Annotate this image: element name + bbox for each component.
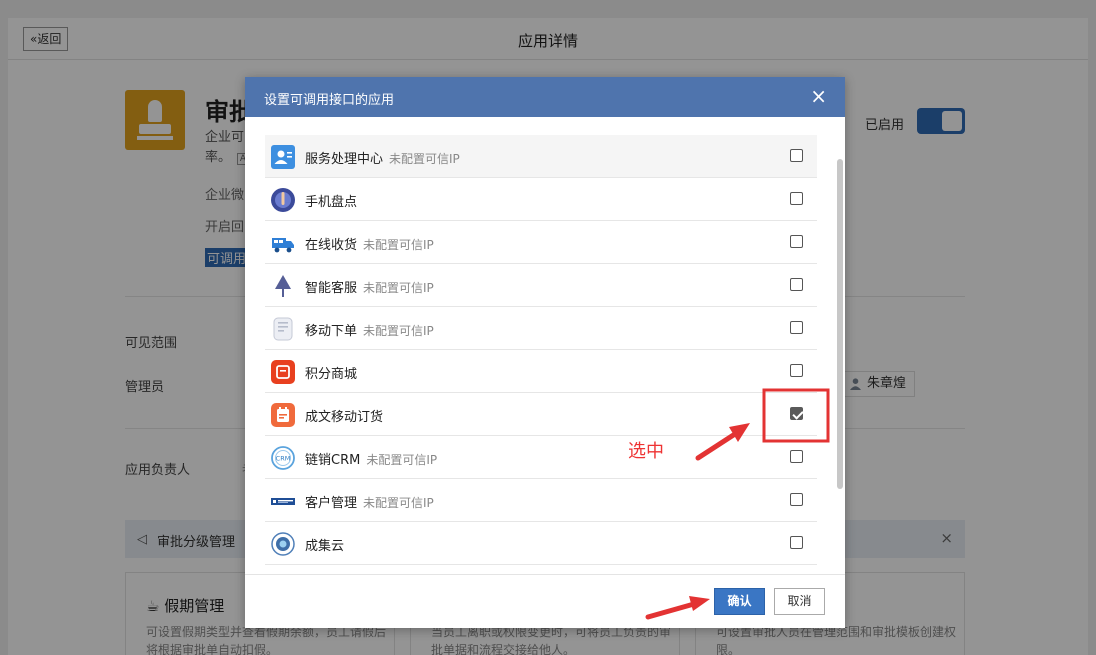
app-ip-status: 未配置可信IP — [389, 152, 460, 166]
app-name: 智能客服 未配置可信IP — [305, 277, 434, 296]
app-name: 移动下单 未配置可信IP — [305, 320, 434, 339]
app-checkbox[interactable] — [790, 536, 803, 549]
dialog-body: 服务处理中心 未配置可信IP 手机盘点 在线收货 未配置可信IP 智能客服 未配置可信… — [245, 117, 845, 574]
confirm-button[interactable]: 确认 — [714, 588, 765, 615]
app-ip-status: 未配置可信IP — [363, 281, 434, 295]
api-apps-dialog: 设置可调用接口的应用 × 服务处理中心 未配置可信IP 手机盘点 在线收货 未配置可… — [245, 77, 845, 628]
app-name-text: 移动下单 — [305, 324, 358, 339]
customer-management-icon — [271, 498, 295, 505]
app-name: 服务处理中心 未配置可信IP — [305, 148, 460, 167]
app-name-text: 智能客服 — [305, 281, 358, 296]
app-checkbox[interactable] — [790, 450, 803, 463]
list-item[interactable]: CRM 链销CRM 未配置可信IP — [265, 436, 817, 479]
app-checkbox[interactable] — [790, 192, 803, 205]
cancel-button[interactable]: 取消 — [774, 588, 825, 615]
phone-inventory-icon — [271, 188, 295, 212]
app-checkbox[interactable] — [790, 321, 803, 334]
crm-icon: CRM — [271, 446, 295, 470]
app-name-text: 成集云 — [305, 539, 345, 554]
chengji-cloud-icon — [271, 532, 295, 556]
app-name: 成文移动订货 — [305, 406, 389, 425]
list-item[interactable]: 服务处理中心 未配置可信IP — [265, 135, 817, 178]
close-icon[interactable]: × — [810, 86, 827, 106]
list-item[interactable]: 智能客服 未配置可信IP — [265, 264, 817, 307]
app-ip-status: 未配置可信IP — [363, 238, 434, 252]
list-scrollbar[interactable] — [837, 159, 843, 489]
smart-service-icon — [275, 275, 291, 297]
app-ip-status: 未配置可信IP — [363, 496, 434, 510]
dialog-footer: 确认 取消 — [245, 574, 845, 628]
app-name-text: 积分商城 — [305, 367, 358, 382]
list-item[interactable]: 移动下单 未配置可信IP — [265, 307, 817, 350]
app-name-text: 服务处理中心 — [305, 152, 384, 167]
list-item[interactable]: 在线收货 未配置可信IP — [265, 221, 817, 264]
app-checkbox[interactable] — [790, 278, 803, 291]
app-name: 成集云 — [305, 535, 350, 554]
app-checkbox[interactable] — [790, 235, 803, 248]
app-checkbox[interactable] — [790, 149, 803, 162]
app-list: 服务处理中心 未配置可信IP 手机盘点 在线收货 未配置可信IP 智能客服 未配置可信… — [265, 135, 817, 565]
points-mall-icon — [271, 360, 295, 384]
app-checkbox[interactable] — [790, 493, 803, 506]
app-ip-status: 未配置可信IP — [363, 324, 434, 338]
app-name-text: 客户管理 — [305, 496, 358, 511]
app-name-text: 手机盘点 — [305, 195, 358, 210]
delivery-truck-icon — [272, 238, 294, 253]
app-name-text: 在线收货 — [305, 238, 358, 253]
service-center-icon — [271, 145, 295, 169]
dialog-header: 设置可调用接口的应用 × — [245, 77, 845, 117]
mobile-order-icon — [273, 317, 293, 341]
app-checkbox[interactable] — [790, 364, 803, 377]
app-name: 客户管理 未配置可信IP — [305, 492, 434, 511]
app-checkbox[interactable] — [790, 407, 803, 420]
list-item[interactable]: 客户管理 未配置可信IP — [265, 479, 817, 522]
app-ip-status: 未配置可信IP — [366, 453, 438, 467]
list-item[interactable]: 成集云 — [265, 522, 817, 565]
mobile-ordering-icon — [271, 403, 295, 427]
dialog-title: 设置可调用接口的应用 — [264, 93, 395, 108]
app-name-text: 成文移动订货 — [305, 410, 384, 425]
app-name: 积分商城 — [305, 363, 363, 382]
app-name-text: 链销CRM — [305, 453, 361, 468]
list-item[interactable]: 积分商城 — [265, 350, 817, 393]
annotation-label: 选中 — [628, 441, 664, 462]
app-name: 链销CRM 未配置可信IP — [305, 449, 437, 468]
app-name: 手机盘点 — [305, 191, 363, 210]
list-item[interactable]: 成文移动订货 — [265, 393, 817, 436]
svg-text:CRM: CRM — [276, 455, 291, 463]
list-item[interactable]: 手机盘点 — [265, 178, 817, 221]
app-name: 在线收货 未配置可信IP — [305, 234, 434, 253]
